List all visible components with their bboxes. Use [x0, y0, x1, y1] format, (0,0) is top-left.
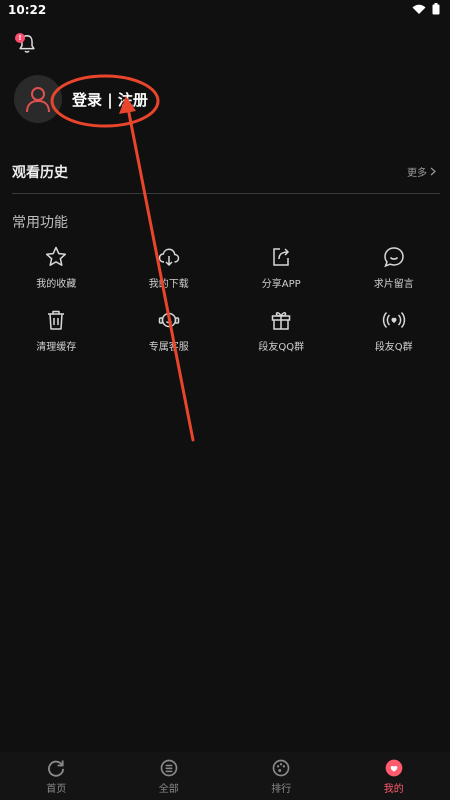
gift-icon — [272, 312, 291, 330]
functions-grid: 我的收藏 我的下载 分享APP 求片留言 清理缓存 专属客服 段友QQ群 段友Q… — [0, 245, 450, 353]
share-app-button[interactable]: 分享APP — [225, 245, 338, 290]
tab-mine[interactable]: 我的 — [338, 752, 450, 800]
list-box-icon — [160, 759, 178, 776]
customer-service-button[interactable]: 专属客服 — [113, 308, 226, 353]
trash-icon — [48, 310, 65, 330]
clear-cache-button[interactable]: 清理缓存 — [0, 308, 113, 353]
tab-mine-label: 我的 — [383, 783, 404, 795]
tab-ranking-label: 排行 — [271, 783, 292, 795]
request-message-button[interactable]: 求片留言 — [338, 245, 450, 290]
watch-history-title: 观看历史 — [12, 165, 68, 181]
downloads-button[interactable]: 我的下载 — [113, 245, 226, 290]
tab-home-label: 首页 — [46, 783, 67, 795]
bottom-tab-bar: 首页 全部 排行 我的 — [0, 752, 450, 800]
tab-ranking[interactable]: 排行 — [225, 752, 338, 800]
common-functions-title: 常用功能 — [12, 215, 68, 231]
request-message-label: 求片留言 — [373, 279, 414, 290]
share-app-label: 分享APP — [261, 279, 301, 290]
favorites-label: 我的收藏 — [36, 279, 77, 290]
profile-heart-icon — [385, 759, 403, 776]
status-bar: 10:22 — [0, 0, 450, 22]
customer-service-label: 专属客服 — [148, 342, 189, 353]
headset-icon — [158, 312, 179, 328]
downloads-label: 我的下载 — [148, 279, 189, 290]
status-icons — [412, 3, 440, 15]
broadcast-icon — [382, 311, 405, 329]
wifi-icon — [412, 4, 426, 14]
user-icon — [26, 87, 50, 113]
share-icon — [273, 248, 290, 266]
q-group-button[interactable]: 段友Q群 — [338, 308, 450, 353]
profile-header[interactable]: 登录 | 注册 — [14, 75, 148, 123]
login-register-link[interactable]: 登录 | 注册 — [72, 89, 148, 110]
cloud-download-icon — [158, 248, 180, 267]
chat-bubble-icon — [383, 247, 404, 268]
refresh-home-icon — [48, 760, 65, 777]
qq-group-button[interactable]: 段友QQ群 — [225, 308, 338, 353]
avatar[interactable] — [14, 75, 62, 123]
battery-icon — [432, 3, 440, 15]
favorites-button[interactable]: 我的收藏 — [0, 245, 113, 290]
qq-group-label: 段友QQ群 — [258, 342, 305, 353]
notification-badge: ! — [15, 33, 25, 43]
q-group-label: 段友Q群 — [374, 342, 413, 353]
tab-all[interactable]: 全部 — [113, 752, 226, 800]
clear-cache-label: 清理缓存 — [36, 342, 77, 353]
star-icon — [46, 246, 67, 266]
palette-icon — [272, 759, 290, 776]
tab-home[interactable]: 首页 — [0, 752, 113, 800]
more-link[interactable]: 更多 — [407, 164, 436, 179]
more-label: 更多 — [407, 168, 427, 179]
chevron-right-icon — [430, 167, 436, 176]
watch-history-section: 观看历史 更多 — [12, 160, 440, 194]
status-time: 10:22 — [8, 3, 47, 17]
tab-all-label: 全部 — [158, 783, 179, 795]
